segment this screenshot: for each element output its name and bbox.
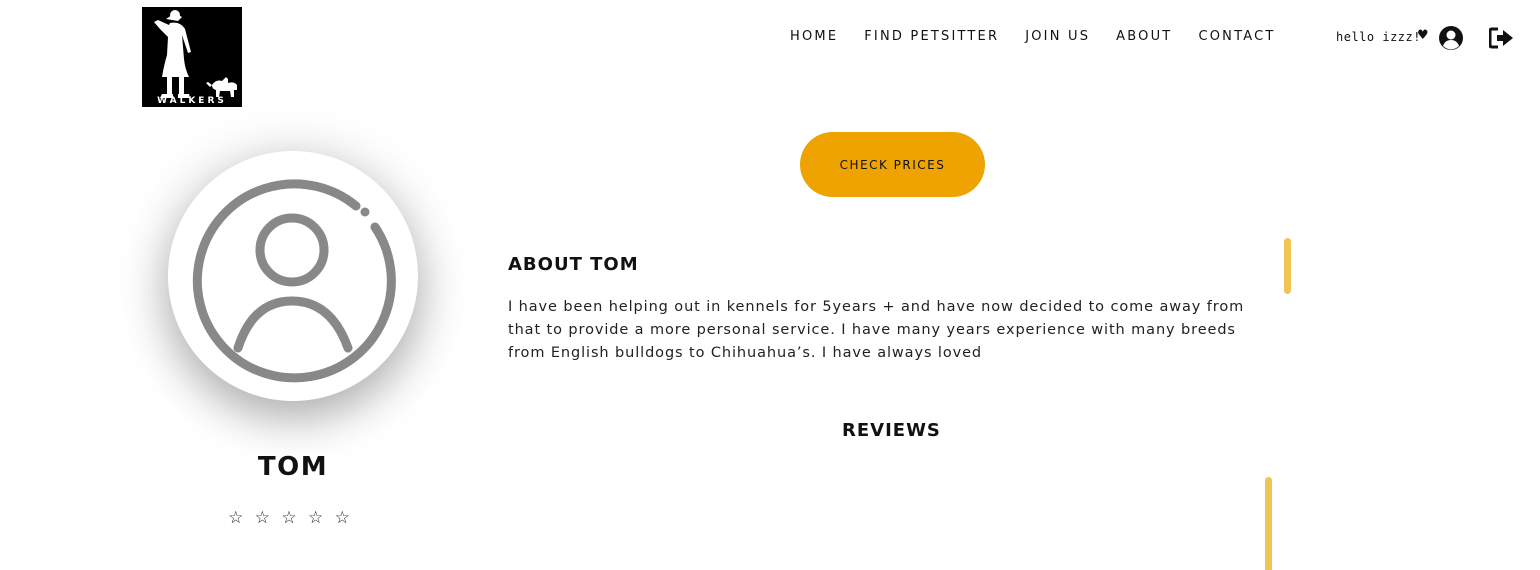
walker-with-dog-icon bbox=[154, 10, 237, 98]
about-text: I have been helping out in kennels for 5… bbox=[508, 299, 1245, 361]
nav-about[interactable]: ABOUT bbox=[1116, 29, 1172, 44]
sign-out-icon[interactable] bbox=[1489, 27, 1515, 49]
nav-home[interactable]: HOME bbox=[790, 29, 838, 44]
page: WALKERS HOME FIND PETSITTER JOIN US ABOU… bbox=[0, 0, 1540, 570]
about-scrollbar[interactable] bbox=[1284, 238, 1291, 294]
nav-contact[interactable]: CONTACT bbox=[1198, 29, 1275, 44]
main-nav: HOME FIND PETSITTER JOIN US ABOUT CONTAC… bbox=[790, 29, 1276, 44]
reviews-heading: REVIEWS bbox=[842, 420, 941, 441]
user-circle-icon[interactable] bbox=[1438, 25, 1464, 51]
profile-avatar bbox=[168, 151, 418, 401]
star-rating[interactable]: ☆ ☆ ☆ ☆ ☆ bbox=[168, 508, 413, 528]
check-prices-button[interactable]: CHECK PRICES bbox=[800, 132, 985, 197]
user-avatar-icon bbox=[192, 179, 396, 383]
walkers-logo[interactable]: WALKERS bbox=[142, 7, 242, 107]
nav-find-petsitter[interactable]: FIND PETSITTER bbox=[864, 29, 999, 44]
reviews-scrollbar[interactable] bbox=[1265, 477, 1272, 570]
logo-text: WALKERS bbox=[157, 96, 227, 106]
nav-join-us[interactable]: JOIN US bbox=[1025, 29, 1090, 44]
heart-icon: ♥ bbox=[1417, 28, 1429, 43]
about-heading: ABOUT TOM bbox=[508, 254, 639, 275]
profile-name: TOM bbox=[257, 452, 329, 482]
user-greeting: hello izzz! bbox=[1336, 30, 1421, 44]
